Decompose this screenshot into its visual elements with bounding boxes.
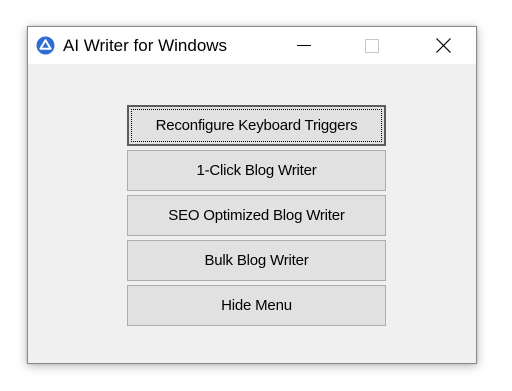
button-label: Reconfigure Keyboard Triggers — [155, 117, 358, 134]
window-title: AI Writer for Windows — [63, 36, 228, 55]
app-window: AI Writer for Windows Reconfigure Keyboa… — [27, 26, 477, 364]
reconfigure-keyboard-triggers-button[interactable]: Reconfigure Keyboard Triggers — [127, 105, 386, 146]
maximize-button — [348, 27, 394, 64]
close-button[interactable] — [420, 27, 466, 64]
minimize-button[interactable] — [280, 27, 326, 64]
ai-writer-logo-icon — [36, 36, 55, 55]
button-label: 1-Click Blog Writer — [196, 162, 317, 179]
one-click-blog-writer-button[interactable]: 1-Click Blog Writer — [127, 150, 386, 191]
button-label: Hide Menu — [221, 297, 292, 314]
title-bar[interactable]: AI Writer for Windows — [28, 27, 476, 64]
bulk-blog-writer-button[interactable]: Bulk Blog Writer — [127, 240, 386, 281]
seo-optimized-blog-writer-button[interactable]: SEO Optimized Blog Writer — [127, 195, 386, 236]
hide-menu-button[interactable]: Hide Menu — [127, 285, 386, 326]
button-label: Bulk Blog Writer — [204, 252, 309, 269]
button-label: SEO Optimized Blog Writer — [168, 207, 345, 224]
